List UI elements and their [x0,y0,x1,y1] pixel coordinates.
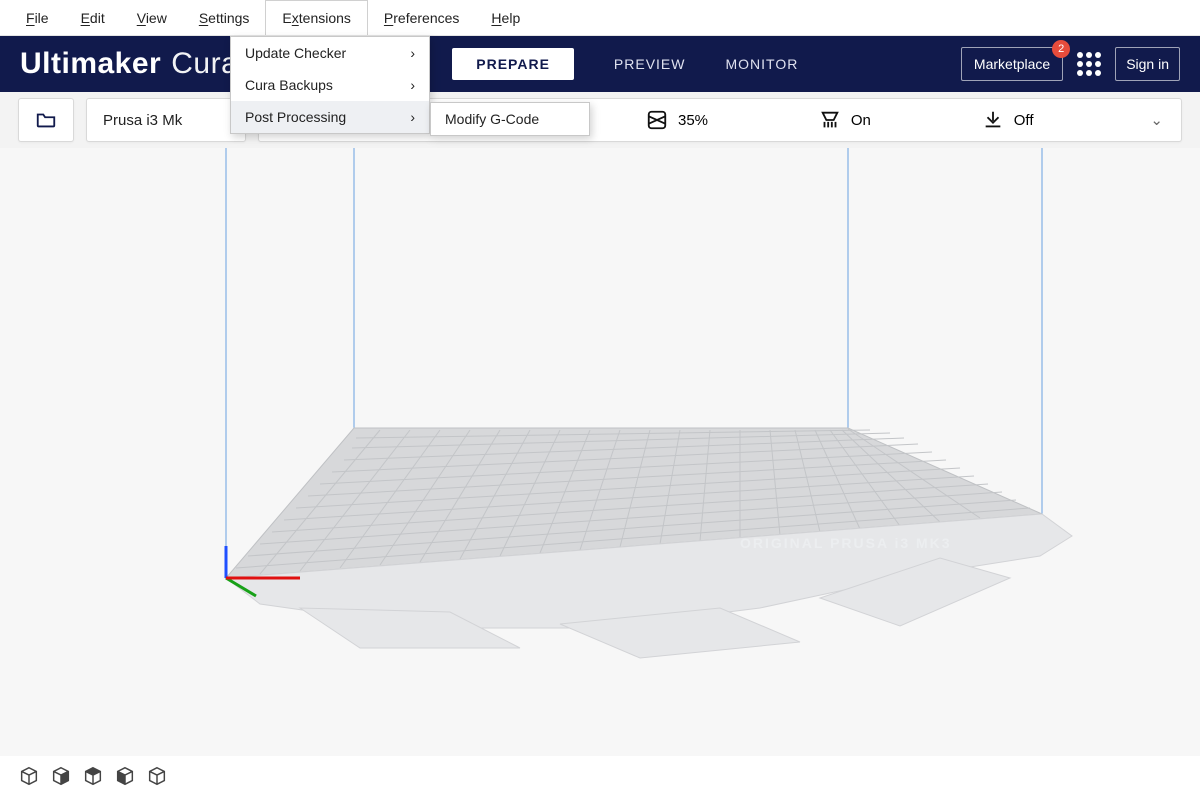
viewbar [0,756,1200,800]
view-top-icon[interactable] [82,765,104,792]
printer-selector[interactable]: Prusa i3 Mk [86,98,246,142]
dropdown-update-checker[interactable]: Update Checker › [231,37,429,69]
menu-file[interactable]: File [10,0,65,35]
signin-label: Sign in [1126,56,1169,72]
open-file-button[interactable] [18,98,74,142]
marketplace-button[interactable]: Marketplace 2 [961,47,1063,81]
submenu-modify-gcode-label: Modify G-Code [445,111,539,127]
infill-value: 35% [678,112,708,129]
printer-name: Prusa i3 Mk [103,112,182,129]
viewport-3d[interactable]: ORIGINAL PRUSA i3 MK3 [0,148,1200,756]
menu-help-label: Help [491,10,520,26]
menu-file-label: File [26,10,49,26]
view-right-icon[interactable] [146,765,168,792]
support-value: On [851,112,871,129]
dropdown-post-processing-label: Post Processing [245,109,346,125]
support-group: On [819,109,871,131]
menu-settings[interactable]: Settings [183,0,266,35]
post-processing-submenu: Modify G-Code [430,102,590,136]
brand-logo: Ultimaker Cura [20,47,238,81]
toolbar: Prusa i3 Mk ⌄ Fine - 0.15mm 35% On Off ⌄ [0,92,1200,148]
dropdown-update-checker-label: Update Checker [245,45,346,61]
chevron-right-icon: › [410,45,415,61]
adhesion-icon [982,109,1004,131]
chevron-down-icon: ⌄ [1150,111,1163,129]
tab-prepare-label: PREPARE [476,56,550,72]
view-front-icon[interactable] [50,765,72,792]
menu-help[interactable]: Help [475,0,536,35]
view-3d-icon[interactable] [18,765,40,792]
adhesion-value: Off [1014,112,1034,129]
dropdown-cura-backups[interactable]: Cura Backups › [231,69,429,101]
menu-edit-label: Edit [81,10,105,26]
tab-monitor-label: MONITOR [726,56,799,72]
menubar: File Edit View Settings Extensions Prefe… [0,0,1200,36]
marketplace-label: Marketplace [974,56,1050,72]
extensions-dropdown: Update Checker › Cura Backups › Post Pro… [230,36,430,134]
chevron-right-icon: › [410,77,415,93]
tab-preview-label: PREVIEW [614,56,686,72]
folder-icon [35,109,57,131]
stage-tabs: PREPARE PREVIEW MONITOR [452,48,798,80]
brandbar: Ultimaker Cura PREPARE PREVIEW MONITOR M… [0,36,1200,92]
brand-bold: Ultimaker [20,47,161,81]
menu-extensions-label: Extensions [282,10,351,26]
tab-preview[interactable]: PREVIEW [614,50,686,78]
menu-edit[interactable]: Edit [65,0,121,35]
signin-button[interactable]: Sign in [1115,47,1180,81]
apps-grid-icon[interactable] [1077,52,1101,76]
adhesion-group: Off [982,109,1034,131]
menu-settings-label: Settings [199,10,250,26]
dropdown-post-processing[interactable]: Post Processing › [231,101,429,133]
buildplate-text: ORIGINAL PRUSA i3 MK3 [740,535,952,551]
menu-preferences[interactable]: Preferences [368,0,476,35]
dropdown-cura-backups-label: Cura Backups [245,77,333,93]
menu-extensions[interactable]: Extensions [265,0,368,35]
menu-view[interactable]: View [121,0,183,35]
marketplace-badge: 2 [1052,40,1070,58]
tab-prepare[interactable]: PREPARE [452,48,574,80]
infill-icon [646,109,668,131]
menu-preferences-label: Preferences [384,10,460,26]
view-left-icon[interactable] [114,765,136,792]
chevron-right-icon: › [410,109,415,125]
brand-thin: Cura [171,47,238,81]
submenu-modify-gcode[interactable]: Modify G-Code [431,103,589,135]
tab-monitor[interactable]: MONITOR [726,50,799,78]
infill-group: 35% [646,109,708,131]
support-icon [819,109,841,131]
menu-view-label: View [137,10,167,26]
